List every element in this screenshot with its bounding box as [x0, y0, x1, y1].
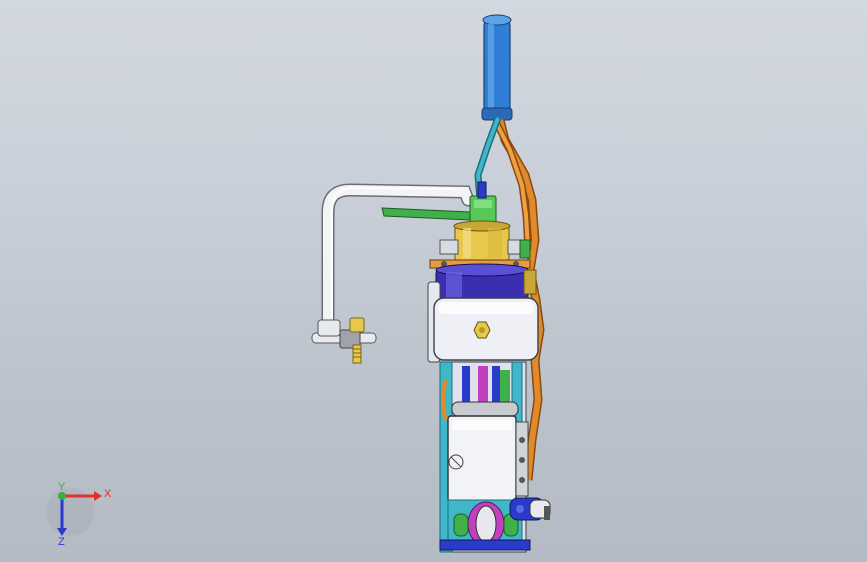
y-axis-label: Y: [58, 481, 66, 493]
pipe-bracket[interactable]: [311, 317, 377, 364]
yellow-head[interactable]: [439, 220, 523, 263]
x-axis-label: X: [104, 488, 112, 500]
y-axis-dot-icon: [58, 492, 66, 500]
z-axis-label: Z: [58, 536, 65, 548]
purple-ring[interactable]: [435, 263, 529, 303]
side-actuator[interactable]: [509, 497, 551, 521]
coordinate-triad: X Y Z: [46, 481, 112, 548]
blue-tube[interactable]: [481, 14, 513, 121]
green-lever[interactable]: [381, 207, 471, 221]
hex-nut[interactable]: [473, 321, 491, 339]
cad-viewport[interactable]: X Y Z: [0, 0, 867, 562]
green-connector[interactable]: [469, 181, 497, 227]
lower-housing[interactable]: [447, 415, 529, 503]
x-arrowhead-icon: [94, 491, 102, 501]
